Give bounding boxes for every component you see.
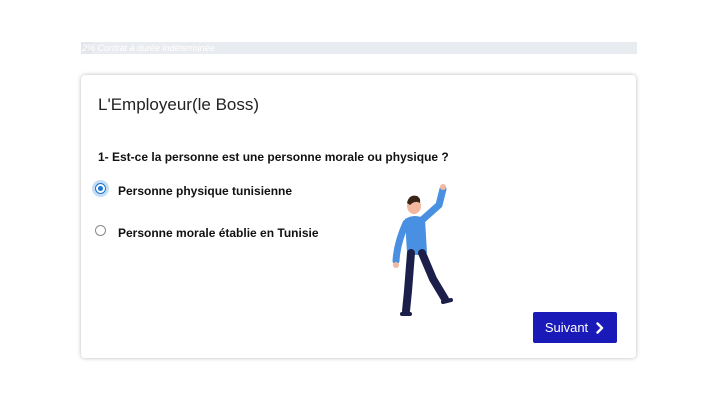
form-card: L'Employeur(le Boss) 1- Est-ce la person… xyxy=(81,75,636,358)
waving-person-illustration xyxy=(392,184,453,316)
option-physical-person[interactable]: Personne physique tunisienne xyxy=(95,179,292,198)
card-title: L'Employeur(le Boss) xyxy=(98,95,260,114)
chevron-right-icon xyxy=(596,321,604,334)
radio-moral-person[interactable] xyxy=(95,225,106,236)
option-label: Personne morale établie en Tunisie xyxy=(118,226,319,240)
progress-bar: 2% Contrat à durée indéterminée xyxy=(81,42,637,54)
progress-label: 2% Contrat à durée indéterminée xyxy=(82,43,215,53)
next-button[interactable]: Suivant xyxy=(533,312,617,343)
page: 2% Contrat à durée indéterminée L'Employ… xyxy=(0,0,724,418)
option-moral-person[interactable]: Personne morale établie en Tunisie xyxy=(95,221,319,240)
next-button-label: Suivant xyxy=(544,320,589,335)
radio-physical-person[interactable] xyxy=(95,183,106,194)
question-text: 1- Est-ce la personne est une personne m… xyxy=(98,150,449,164)
option-label: Personne physique tunisienne xyxy=(118,184,293,198)
